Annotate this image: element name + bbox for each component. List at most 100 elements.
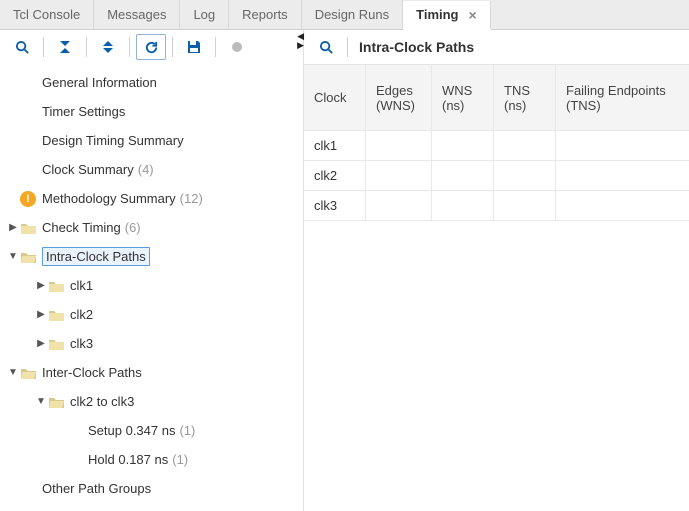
table-row[interactable]: clk3 (304, 191, 689, 221)
tree-label: Other Path Groups (42, 481, 151, 496)
tree-label: General Information (42, 75, 157, 90)
tree-count: (6) (125, 220, 141, 235)
separator (172, 37, 173, 57)
chevron-right-icon[interactable]: ▶ (34, 309, 48, 320)
cell-tns (494, 131, 556, 161)
tree-item-hold[interactable]: Hold 0.187 ns (1) (0, 445, 303, 474)
tree-label: clk1 (70, 278, 93, 293)
col-header-edges[interactable]: Edges (WNS) (366, 65, 432, 131)
tree-item-other-path-groups[interactable]: Other Path Groups (0, 474, 303, 503)
tree-item-clk2[interactable]: ▶ clk2 (0, 300, 303, 329)
warning-icon: ! (20, 191, 36, 207)
tab-label: Tcl Console (13, 7, 80, 22)
tree-count: (1) (179, 423, 195, 438)
folder-icon (48, 279, 64, 293)
tab-label: Messages (107, 7, 166, 22)
separator (43, 37, 44, 57)
tree-label: Intra-Clock Paths (42, 247, 150, 266)
circle-icon[interactable] (222, 34, 252, 60)
folder-icon (48, 308, 64, 322)
tab-messages[interactable]: Messages (94, 0, 180, 29)
tree-label: Timer Settings (42, 104, 125, 119)
cell-tns (494, 161, 556, 191)
tab-reports[interactable]: Reports (229, 0, 302, 29)
refresh-icon[interactable] (136, 34, 166, 60)
tab-timing[interactable]: Timing × (403, 1, 491, 30)
collapse-all-icon[interactable] (50, 34, 80, 60)
tab-tcl-console[interactable]: Tcl Console (0, 0, 94, 29)
tree-item-intra-clock-paths[interactable]: ▼ Intra-Clock Paths (0, 242, 303, 271)
tree-item-general-info[interactable]: General Information (0, 68, 303, 97)
tree-item-check-timing[interactable]: ▶ Check Timing (6) (0, 213, 303, 242)
cell-edges (366, 191, 432, 221)
folder-open-icon (20, 366, 36, 380)
tab-label: Log (193, 7, 215, 22)
save-icon[interactable] (179, 34, 209, 60)
chevron-right-icon[interactable]: ▶ (34, 280, 48, 291)
cell-wns (432, 131, 494, 161)
tree-label: Hold 0.187 ns (88, 452, 168, 467)
cell-edges (366, 131, 432, 161)
tree-label: Design Timing Summary (42, 133, 184, 148)
tree-item-clk3[interactable]: ▶ clk3 (0, 329, 303, 358)
left-panel: ◀▶ General Information Timer Settings De… (0, 30, 304, 511)
tab-label: Design Runs (315, 7, 389, 22)
cell-fail (556, 161, 689, 191)
cell-clock: clk3 (304, 191, 366, 221)
folder-icon (48, 337, 64, 351)
col-header-fail[interactable]: Failing Endpoints (TNS) (556, 65, 689, 131)
tab-log[interactable]: Log (180, 0, 229, 29)
clock-table: Clock Edges (WNS) WNS (ns) TNS (ns) Fail… (304, 64, 689, 221)
tree-count: (12) (180, 191, 203, 206)
chevron-right-icon[interactable]: ▶ (34, 338, 48, 349)
chevron-down-icon[interactable]: ▼ (6, 367, 20, 378)
expand-all-icon[interactable] (93, 34, 123, 60)
separator (129, 37, 130, 57)
cell-fail (556, 191, 689, 221)
tree-item-inter-clock-paths[interactable]: ▼ Inter-Clock Paths (0, 358, 303, 387)
search-icon[interactable] (311, 34, 341, 60)
col-header-clock[interactable]: Clock (304, 65, 366, 131)
right-panel: Intra-Clock Paths Clock Edges (WNS) WNS … (304, 30, 689, 511)
separator (215, 37, 216, 57)
tree-label: Methodology Summary (42, 191, 176, 206)
close-icon[interactable]: × (469, 7, 477, 23)
cell-wns (432, 191, 494, 221)
cell-edges (366, 161, 432, 191)
folder-open-icon (48, 395, 64, 409)
separator (86, 37, 87, 57)
cell-fail (556, 131, 689, 161)
tree-label: clk2 (70, 307, 93, 322)
table-row[interactable]: clk1 (304, 131, 689, 161)
tab-label: Timing (416, 7, 458, 22)
cell-tns (494, 191, 556, 221)
tree-item-methodology-summary[interactable]: ! Methodology Summary (12) (0, 184, 303, 213)
panel-title: Intra-Clock Paths (359, 39, 474, 55)
tabbar: Tcl Console Messages Log Reports Design … (0, 0, 689, 30)
tree-item-clk2-to-clk3[interactable]: ▼ clk2 to clk3 (0, 387, 303, 416)
separator (347, 37, 348, 57)
tab-design-runs[interactable]: Design Runs (302, 0, 403, 29)
chevron-down-icon[interactable]: ▼ (6, 251, 20, 262)
tree: General Information Timer Settings Desig… (0, 64, 303, 511)
folder-icon (20, 221, 36, 235)
col-header-tns[interactable]: TNS (ns) (494, 65, 556, 131)
chevron-down-icon[interactable]: ▼ (34, 396, 48, 407)
left-toolbar: ◀▶ (0, 30, 303, 64)
cell-wns (432, 161, 494, 191)
tree-label: Inter-Clock Paths (42, 365, 142, 380)
tree-label: Setup 0.347 ns (88, 423, 175, 438)
tree-item-clk1[interactable]: ▶ clk1 (0, 271, 303, 300)
tree-item-setup[interactable]: Setup 0.347 ns (1) (0, 416, 303, 445)
col-header-wns[interactable]: WNS (ns) (432, 65, 494, 131)
tree-item-design-timing-summary[interactable]: Design Timing Summary (0, 126, 303, 155)
panel-collapse-handle[interactable]: ◀▶ (297, 32, 304, 50)
tree-item-clock-summary[interactable]: Clock Summary (4) (0, 155, 303, 184)
tree-count: (1) (172, 452, 188, 467)
chevron-right-icon[interactable]: ▶ (6, 222, 20, 233)
tree-item-timer-settings[interactable]: Timer Settings (0, 97, 303, 126)
search-icon[interactable] (7, 34, 37, 60)
table-row[interactable]: clk2 (304, 161, 689, 191)
tree-label: clk2 to clk3 (70, 394, 134, 409)
tree-label: Clock Summary (42, 162, 134, 177)
